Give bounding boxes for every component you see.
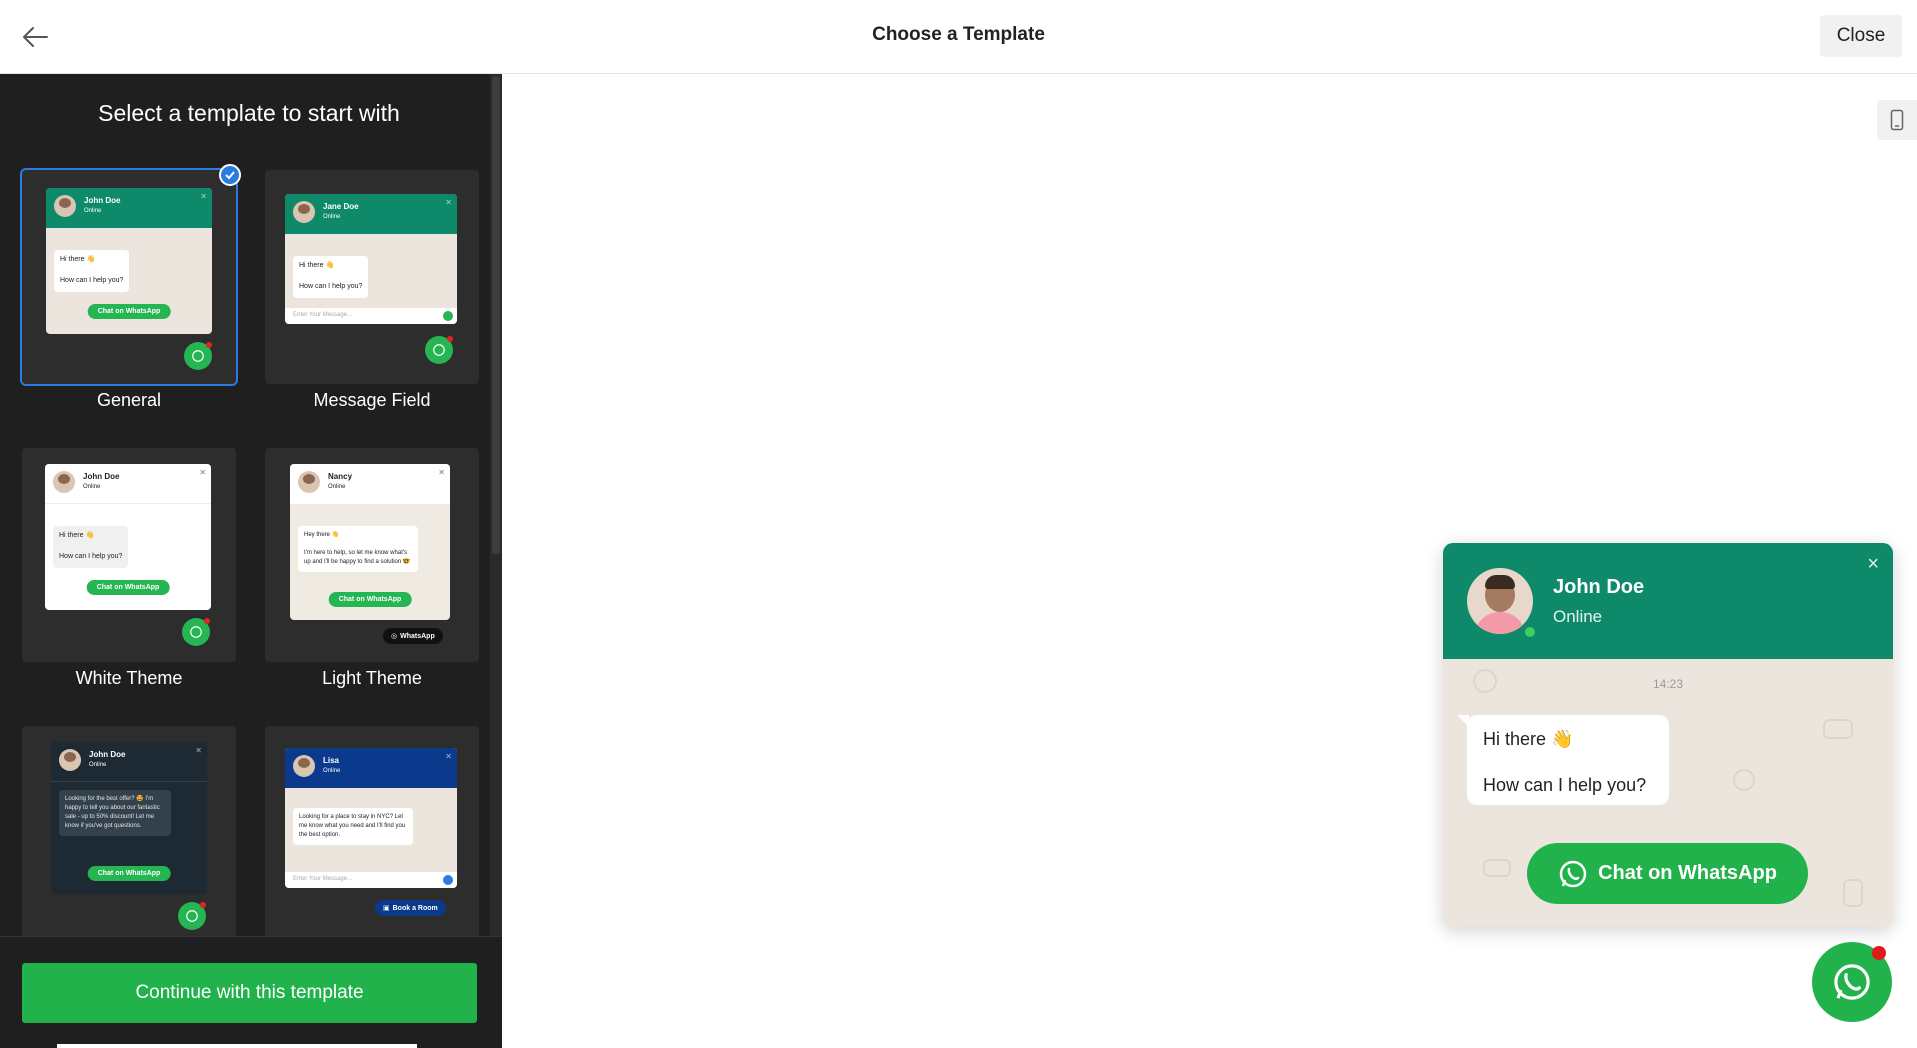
chat-cta: Chat on WhatsApp xyxy=(328,592,412,607)
template-thumbnail: John Doe Online ✕ Hi there 👋 How can I he… xyxy=(46,188,212,334)
chat-widget-preview: John Doe Online × 14:23 Hi there 👋 How c… xyxy=(1443,543,1893,927)
message-bubble: Hi there 👋 How can I help you? xyxy=(293,256,369,298)
template-card-white-theme[interactable]: John Doe Online ✕ Hi there 👋 How can I he… xyxy=(22,448,236,662)
avatar xyxy=(298,471,320,493)
message-time: 14:23 xyxy=(1652,677,1684,691)
template-card-dark-theme[interactable]: John Doe Online ✕ Looking for the best o… xyxy=(22,726,236,940)
whatsapp-icon xyxy=(178,902,206,930)
continue-button[interactable]: Continue with this template xyxy=(22,963,477,1023)
message-bubble: Looking for a place to stay in NYC? Let … xyxy=(293,808,413,845)
continue-footer: Continue with this template xyxy=(0,936,502,1048)
avatar xyxy=(54,195,76,217)
message-input: Enter Your Message... xyxy=(285,308,457,324)
message-bubble: Hey there 👋 I'm here to help, so let me k… xyxy=(298,526,418,572)
whatsapp-icon xyxy=(182,618,210,646)
send-icon xyxy=(443,875,453,885)
check-icon xyxy=(219,164,241,186)
template-thumbnail: Jane Doe Online ✕ Hi there 👋 How can I he… xyxy=(285,194,457,324)
template-card-message-field[interactable]: Jane Doe Online ✕ Hi there 👋 How can I he… xyxy=(265,170,479,384)
preview-area: John Doe Online × 14:23 Hi there 👋 How c… xyxy=(502,74,1917,1048)
template-card-light-theme[interactable]: Nancy Online ✕ Hey there 👋 I'm here to he… xyxy=(265,448,479,662)
message-bubble: Hi there 👋 How can I help you? xyxy=(1467,715,1669,805)
close-icon[interactable]: × xyxy=(1867,553,1879,576)
close-button[interactable]: Close xyxy=(1820,15,1902,57)
chat-widget-body: 14:23 Hi there 👋 How can I help you? Cha… xyxy=(1443,659,1893,927)
agent-status: Online xyxy=(1553,607,1603,626)
close-icon: ✕ xyxy=(445,198,452,207)
notification-dot xyxy=(1872,946,1886,960)
mobile-view-toggle[interactable] xyxy=(1877,100,1917,140)
whatsapp-icon xyxy=(1559,860,1587,887)
template-card-blue-theme[interactable]: Lisa Online ✕ Looking for a place to sta… xyxy=(265,726,479,940)
message-bubble: Hi there 👋 How can I help you? xyxy=(54,250,130,292)
template-thumbnail: Lisa Online ✕ Looking for a place to sta… xyxy=(285,748,457,888)
sidebar-scroll-thumb[interactable] xyxy=(492,76,500,554)
whatsapp-icon xyxy=(425,336,453,364)
chat-cta: Chat on WhatsApp xyxy=(87,866,171,881)
top-bar: Choose a Template Close xyxy=(0,0,1917,74)
template-label: White Theme xyxy=(75,668,183,688)
close-icon: ✕ xyxy=(438,468,445,477)
close-icon: ✕ xyxy=(199,468,206,477)
whatsapp-pill: ◎ WhatsApp xyxy=(383,628,443,644)
question-text: How can I help you? xyxy=(1483,775,1647,796)
template-thumbnail: Nancy Online ✕ Hey there 👋 I'm here to he… xyxy=(290,464,450,620)
template-sidebar: Select a template to start with John Doe… xyxy=(0,74,502,1048)
template-label: Message Field xyxy=(313,390,431,410)
template-thumbnail: John Doe Online ✕ Hi there 👋 How can I he… xyxy=(45,464,211,610)
message-bubble: Hi there 👋 How can I help you? xyxy=(53,526,129,568)
avatar xyxy=(1467,568,1533,634)
page-title: Choose a Template xyxy=(872,24,1045,45)
template-label: General xyxy=(96,390,162,410)
avatar xyxy=(293,201,315,223)
mobile-device-icon xyxy=(1890,109,1904,131)
sidebar-heading: Select a template to start with xyxy=(98,100,400,126)
send-icon xyxy=(443,311,453,321)
template-thumbnail: John Doe Online ✕ Looking for the best o… xyxy=(51,742,207,894)
greeting-text: Hi there 👋 xyxy=(1483,729,1574,749)
whatsapp-icon: ◎ xyxy=(391,633,398,640)
chat-cta: Chat on WhatsApp xyxy=(86,580,170,595)
template-label: Light Theme xyxy=(322,668,422,688)
book-room-pill: ▣ Book a Room xyxy=(375,900,446,916)
agent-name: John Doe xyxy=(1553,576,1645,598)
template-card-general[interactable]: John Doe Online ✕ Hi there 👋 How can I he… xyxy=(20,164,241,386)
close-icon: ✕ xyxy=(445,752,452,761)
footer-strip xyxy=(57,1044,417,1048)
chat-cta: Chat on WhatsApp xyxy=(87,304,171,319)
avatar xyxy=(59,749,81,771)
calendar-icon: ▣ xyxy=(383,905,390,912)
online-indicator xyxy=(1523,625,1537,639)
message-bubble: Looking for the best offer? 🤩 I'm happy … xyxy=(59,790,171,836)
chat-widget-header: John Doe Online × xyxy=(1443,543,1893,659)
chat-on-whatsapp-button[interactable]: Chat on WhatsApp xyxy=(1527,843,1808,904)
cta-label: Chat on WhatsApp xyxy=(1598,862,1777,884)
avatar xyxy=(293,755,315,777)
whatsapp-icon xyxy=(1834,964,1870,1000)
close-icon: ✕ xyxy=(195,746,202,755)
avatar xyxy=(53,471,75,493)
message-input: Enter Your Message... xyxy=(285,872,457,888)
close-icon: ✕ xyxy=(200,192,207,201)
whatsapp-icon xyxy=(184,342,212,370)
